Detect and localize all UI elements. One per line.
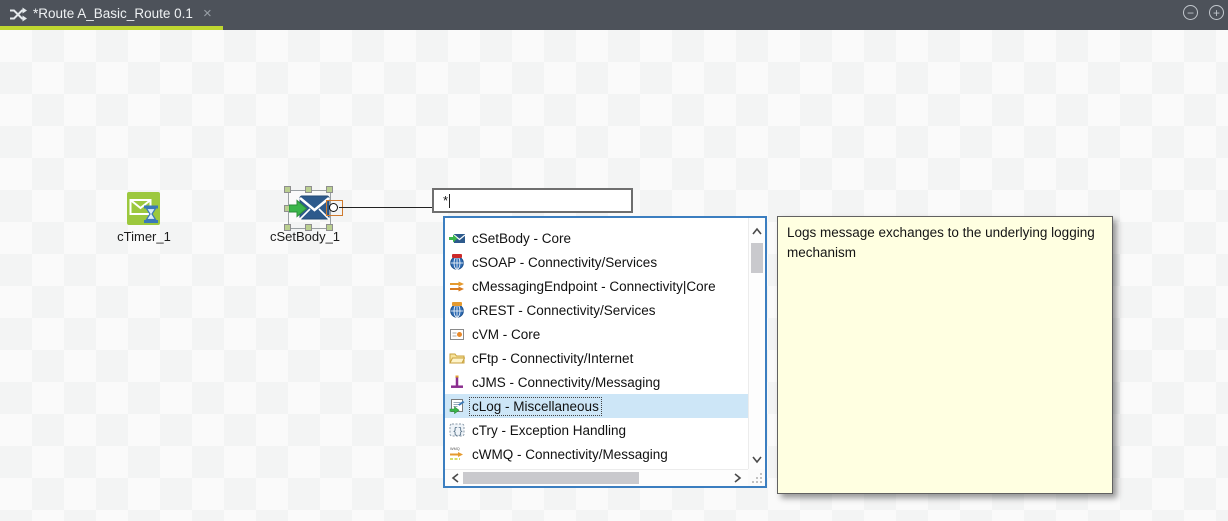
csetbody-icon: [449, 230, 465, 246]
search-input-value: *: [443, 193, 448, 208]
svg-text:WMQ: WMQ: [450, 447, 460, 451]
dropdown-item-clog[interactable]: cLog - Miscellaneous: [445, 394, 748, 418]
cjms-icon: [449, 374, 465, 390]
cvm-icon: [449, 326, 465, 342]
tab-route[interactable]: *Route A_Basic_Route 0.1 ×: [0, 0, 223, 26]
selection-handle[interactable]: [326, 186, 333, 193]
cftp-icon: [449, 350, 465, 366]
component-label-csetbody: cSetBody_1: [250, 229, 360, 244]
dropdown-item-label: cWMQ - Connectivity/Messaging: [470, 446, 670, 463]
design-canvas[interactable]: cTimer_1 cSetBody_1 * c: [0, 30, 1228, 521]
route-designer-window: *Route A_Basic_Route 0.1 × − + cTimer_1: [0, 0, 1228, 521]
tab-title: *Route A_Basic_Route 0.1: [33, 6, 193, 21]
dropdown-item-label: cVM - Core: [470, 326, 542, 343]
route-icon: [9, 7, 27, 22]
dropdown-item-label: cFtp - Connectivity/Internet: [470, 350, 635, 367]
dropdown-item-label: cTry - Exception Handling: [470, 422, 628, 439]
crest-icon: [449, 302, 465, 318]
dropdown-item-label: cREST - Connectivity/Services: [470, 302, 658, 319]
text-caret: [449, 194, 450, 208]
csoap-icon: [449, 254, 465, 270]
dropdown-item-csetbody[interactable]: cSetBody - Core: [445, 226, 748, 250]
dropdown-item-ctry[interactable]: {} cTry - Exception Handling: [445, 418, 748, 442]
component-suggestions-dropdown: cSetBody - Core cSOAP - Connectivity/Serv…: [443, 216, 767, 488]
minimize-view-button[interactable]: −: [1183, 5, 1198, 20]
resize-grip[interactable]: [748, 469, 765, 486]
scroll-left-icon[interactable]: [448, 470, 464, 486]
clog-icon: [449, 398, 465, 414]
dropdown-item-cjms[interactable]: cJMS - Connectivity/Messaging: [445, 370, 748, 394]
vertical-scrollbar[interactable]: [748, 218, 765, 469]
component-ctimer[interactable]: [127, 192, 160, 225]
dropdown-item-label: cLog - Miscellaneous: [470, 398, 601, 415]
scroll-up-icon[interactable]: [749, 224, 765, 240]
horizontal-scrollbar-thumb[interactable]: [463, 472, 639, 484]
maximize-view-button[interactable]: +: [1209, 5, 1224, 20]
component-label-ctimer: cTimer_1: [89, 229, 199, 244]
tab-close-icon[interactable]: ×: [203, 5, 212, 22]
dropdown-item-crest[interactable]: cREST - Connectivity/Services: [445, 298, 748, 322]
dropdown-item-cmessagingendpoint[interactable]: cMessagingEndpoint - Connectivity|Core: [445, 274, 748, 298]
component-description-tooltip: Logs message exchanges to the underlying…: [777, 216, 1113, 494]
component-suggestions-list: cSetBody - Core cSOAP - Connectivity/Serv…: [445, 218, 748, 469]
connection-line: [339, 207, 432, 208]
svg-text:{}: {}: [453, 427, 464, 437]
dropdown-item-label: cSOAP - Connectivity/Services: [470, 254, 659, 271]
selection-handle[interactable]: [305, 186, 312, 193]
tooltip-text: Logs message exchanges to the underlying…: [787, 225, 1095, 260]
vertical-scrollbar-thumb[interactable]: [751, 243, 763, 273]
ctry-icon: {}: [449, 422, 465, 438]
scroll-down-icon[interactable]: [749, 451, 765, 467]
dropdown-item-cftp[interactable]: cFtp - Connectivity/Internet: [445, 346, 748, 370]
selection-handle[interactable]: [284, 186, 291, 193]
cwmq-icon: WMQ: [449, 446, 465, 462]
dropdown-item-label: cMessagingEndpoint - Connectivity|Core: [470, 278, 718, 295]
ctimer-icon: [127, 192, 160, 225]
dropdown-item-cwmq[interactable]: WMQ cWMQ - Connectivity/Messaging: [445, 442, 748, 466]
cmessagingendpoint-icon: [449, 278, 465, 294]
dropdown-item-cvm[interactable]: cVM - Core: [445, 322, 748, 346]
dropdown-item-label: cJMS - Connectivity/Messaging: [470, 374, 662, 391]
component-csetbody[interactable]: [289, 194, 331, 224]
scroll-right-icon[interactable]: [729, 470, 745, 486]
component-search-box[interactable]: *: [432, 188, 633, 213]
horizontal-scrollbar[interactable]: [445, 469, 748, 486]
tab-bar: *Route A_Basic_Route 0.1 × − +: [0, 0, 1228, 30]
dropdown-item-label: cSetBody - Core: [470, 230, 573, 247]
csetbody-icon: [289, 194, 331, 224]
dropdown-item-csoap[interactable]: cSOAP - Connectivity/Services: [445, 250, 748, 274]
connector-circle[interactable]: [329, 203, 338, 212]
